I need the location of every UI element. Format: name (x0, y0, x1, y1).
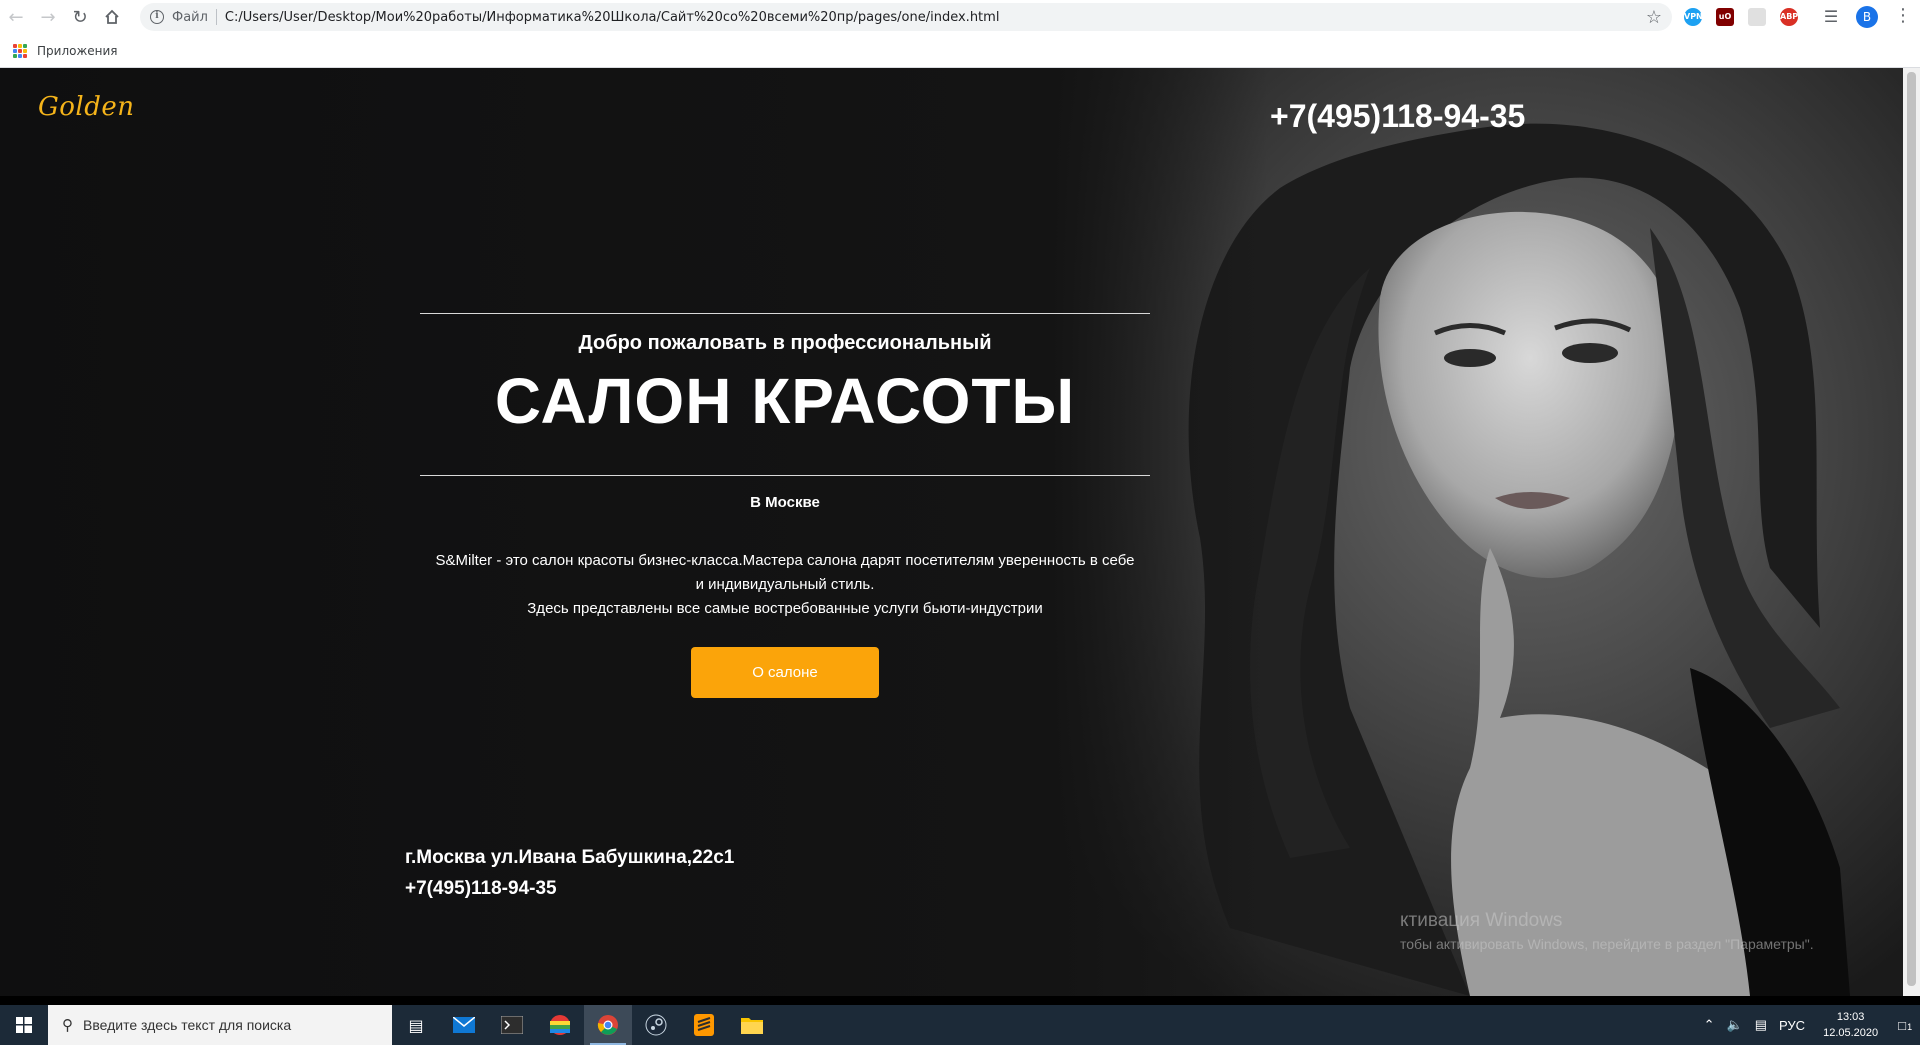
footer-phone[interactable]: +7(495)118-94-35 (405, 873, 734, 904)
task-view-button[interactable]: ▤ (392, 1005, 440, 1045)
hero-description: S&Milter - это салон красоты бизнес-клас… (420, 549, 1150, 621)
system-tray: ⌃ 🔈 ▤ РУС 13:03 12.05.2020 □ 1 (1698, 1005, 1920, 1045)
sublime-text-icon (694, 1014, 714, 1036)
site-logo[interactable]: Golden (38, 92, 135, 122)
mail-app-button[interactable] (440, 1005, 488, 1045)
hero-section: Добро пожаловать в профессиональный САЛО… (420, 313, 1150, 698)
browser-toolbar: ← → ↻ i Файл C:/Users/User/Desktop/Мои%2… (0, 0, 1920, 34)
about-salon-button[interactable]: О салоне (691, 647, 879, 698)
home-icon (105, 9, 119, 24)
language-indicator[interactable]: РУС (1779, 1018, 1805, 1033)
hero-bottom-divider (420, 475, 1150, 476)
rainbow-app-icon (550, 1015, 570, 1035)
apps-bookmark-label[interactable]: Приложения (37, 44, 118, 58)
network-icon[interactable]: ▤ (1755, 1017, 1767, 1033)
page-scrollbar[interactable] (1903, 68, 1920, 996)
chrome-app-button[interactable] (584, 1005, 632, 1045)
header-phone[interactable]: +7(495)118-94-35 (1270, 98, 1525, 135)
reload-icon: ↻ (72, 6, 88, 28)
adblock-extension-icon[interactable]: ABP (1780, 8, 1798, 26)
bookmark-star-icon[interactable]: ☆ (1646, 7, 1662, 28)
sublime-app-button[interactable] (680, 1005, 728, 1045)
reload-button[interactable]: ↻ (64, 0, 96, 34)
notifications-icon[interactable]: □ 1 (1898, 1018, 1912, 1033)
media-control-icon[interactable]: ☰ (1822, 8, 1840, 26)
apps-grid-icon[interactable] (13, 43, 27, 58)
hero-top-divider (420, 313, 1150, 314)
mail-icon (453, 1017, 475, 1033)
taskbar-clock[interactable]: 13:03 12.05.2020 (1823, 1009, 1878, 1041)
footer-contacts: г.Москва ул.Ивана Бабушкина,22с1 +7(495)… (405, 842, 734, 904)
clock-date: 12.05.2020 (1823, 1027, 1879, 1039)
windows-taskbar: ⚲ Введите здесь текст для поиска ▤ ⌃ 🔈 ▤… (0, 1005, 1920, 1045)
clock-time: 13:03 (1836, 1011, 1865, 1023)
bookmarks-bar: Приложения (0, 34, 1920, 68)
address-scheme: Файл (172, 9, 208, 25)
show-hidden-icons-icon[interactable]: ⌃ (1704, 1017, 1715, 1033)
home-button[interactable] (96, 0, 128, 34)
windows-activation-watermark: ктивация Windows тобы активировать Windo… (1400, 910, 1814, 952)
notification-count: 1 (1907, 1021, 1913, 1032)
arrow-left-icon: ← (8, 6, 24, 28)
volume-icon[interactable]: 🔈 (1727, 1017, 1743, 1033)
hero-description-line: и индивидуальный стиль. (695, 576, 875, 593)
extension-placeholder-icon[interactable] (1748, 8, 1766, 26)
hero-description-line: Здесь представлены все самые востребован… (527, 600, 1043, 617)
address-url[interactable]: C:/Users/User/Desktop/Мои%20работы/Инфор… (225, 10, 1000, 25)
back-button[interactable]: ← (0, 0, 32, 34)
watermark-subtitle: тобы активировать Windows, перейдите в р… (1400, 936, 1814, 952)
address-separator (215, 9, 217, 25)
color-app-button[interactable] (536, 1005, 584, 1045)
arrow-right-icon: → (40, 6, 56, 28)
start-button[interactable] (0, 1005, 48, 1045)
profile-avatar[interactable]: В (1856, 6, 1878, 28)
hero-title: САЛОН КРАСОТЫ (494, 365, 1076, 437)
vpn-extension-icon[interactable]: VPN (1684, 8, 1703, 26)
footer-address: г.Москва ул.Ивана Бабушкина,22с1 (405, 847, 735, 868)
search-icon: ⚲ (62, 1017, 73, 1034)
folder-icon (741, 1018, 763, 1034)
taskbar-search-placeholder: Введите здесь текст для поиска (83, 1017, 292, 1033)
taskbar-search[interactable]: ⚲ Введите здесь текст для поиска (48, 1005, 392, 1045)
task-view-icon: ▤ (408, 1015, 424, 1035)
hero-city: В Москве (750, 494, 820, 511)
file-explorer-button[interactable] (728, 1005, 776, 1045)
watermark-title: ктивация Windows (1400, 910, 1563, 931)
windows-logo-icon (16, 1017, 32, 1033)
terminal-icon (501, 1016, 523, 1034)
scrollbar-thumb[interactable] (1907, 72, 1916, 986)
info-icon[interactable]: i (150, 10, 164, 24)
hero-portrait-image (1050, 68, 1920, 996)
terminal-app-button[interactable] (488, 1005, 536, 1045)
forward-button[interactable]: → (32, 0, 64, 34)
chrome-icon (597, 1015, 618, 1035)
steam-icon (645, 1014, 667, 1036)
steam-app-button[interactable] (632, 1005, 680, 1045)
page-viewport: Golden +7(495)118-94-35 Добро пожаловать… (0, 68, 1920, 996)
hero-welcome-text: Добро пожаловать в профессиональный (578, 332, 992, 354)
address-bar[interactable]: i Файл C:/Users/User/Desktop/Мои%20работ… (140, 3, 1672, 31)
hero-description-line: S&Milter - это салон красоты бизнес-клас… (435, 552, 1135, 569)
more-menu-icon[interactable]: ⋮ (1894, 5, 1912, 27)
ublock-extension-icon[interactable]: uO (1716, 8, 1734, 26)
